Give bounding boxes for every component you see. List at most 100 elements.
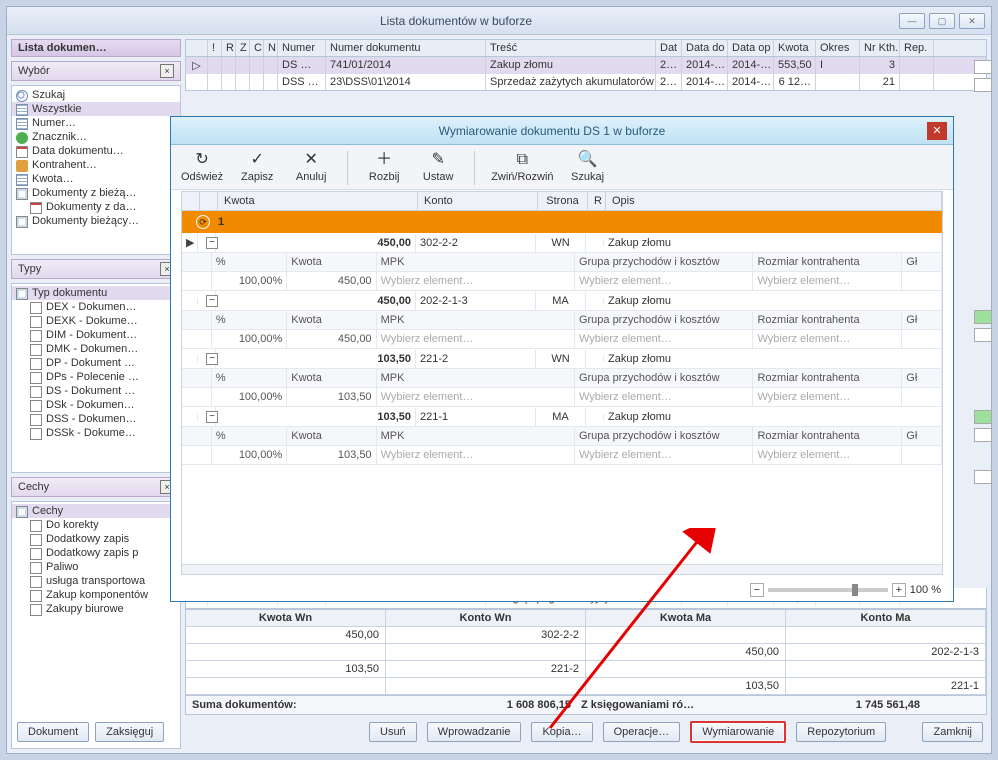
grid-icon [16, 174, 28, 186]
table-row: 450,00302-2-2 [186, 627, 986, 644]
tree-item[interactable]: DSk - Dokumen… [12, 398, 180, 412]
repozytorium-button[interactable]: Repozytorium [796, 722, 886, 742]
zoom-thumb[interactable] [852, 584, 858, 596]
sidebar-item[interactable]: Dokumenty z da… [12, 200, 180, 214]
minimize-button[interactable]: — [899, 13, 925, 29]
zoom-in-button[interactable]: + [892, 583, 906, 597]
tree-item[interactable]: DSSk - Dokume… [12, 426, 180, 440]
entry-headline[interactable]: −103,50221-2WNZakup złomu [182, 349, 942, 368]
dokument-button[interactable]: Dokument [17, 722, 89, 742]
doc-icon [30, 344, 42, 356]
entry-headline[interactable]: −103,50221-1MAZakup złomu [182, 407, 942, 426]
table-row[interactable]: DSS …23\DSS\01\2014Sprzedaż zażytych aku… [186, 74, 986, 90]
zamknij-button[interactable]: Zamknij [922, 722, 983, 742]
entry-group: ▶−450,00302-2-2WNZakup złomu%KwotaMPKGru… [182, 233, 942, 291]
doc-icon [30, 590, 42, 602]
h-scrollbar[interactable] [182, 564, 942, 574]
tree-item[interactable]: usługa transportowa [12, 574, 180, 588]
tree-item[interactable]: DPs - Polecenie … [12, 370, 180, 384]
entry-subrow[interactable]: 100,00%450,00Wybierz element…Wybierz ele… [182, 272, 942, 290]
entry-group: −103,50221-2WNZakup złomu%KwotaMPKGrupa … [182, 349, 942, 407]
sidebar-item[interactable]: Dokumenty z bieżą… [12, 186, 180, 200]
entry-subrow[interactable]: 100,00%450,00Wybierz element…Wybierz ele… [182, 330, 942, 348]
doc-icon [30, 520, 42, 532]
entries-area[interactable]: ▶−450,00302-2-2WNZakup złomu %KwotaMPKGru… [182, 233, 942, 564]
table-row[interactable]: ▷DS …741/01/2014Zakup złomu2…2014-…2014-… [186, 57, 986, 74]
entry-headline[interactable]: ▶−450,00302-2-2WNZakup złomu [182, 233, 942, 252]
tree-item[interactable]: Paliwo [12, 560, 180, 574]
sidebar-item[interactable]: Kwota… [12, 172, 180, 186]
entry-subrow[interactable]: 100,00%103,50Wybierz element…Wybierz ele… [182, 446, 942, 464]
typy-header: Typy × [11, 259, 181, 279]
doc-icon [30, 372, 42, 384]
sidebar-item[interactable]: Data dokumentu… [12, 144, 180, 158]
entry-headline[interactable]: −450,00202-2-1-3MAZakup złomu [182, 291, 942, 310]
entry-subrow[interactable]: 100,00%103,50Wybierz element…Wybierz ele… [182, 388, 942, 406]
doc-icon [30, 386, 42, 398]
wprowadzanie-button[interactable]: Wprowadzanie [427, 722, 522, 742]
tree-item[interactable]: DEXK - Dokume… [12, 314, 180, 328]
flag-icon [974, 60, 992, 74]
tree-item[interactable]: Dodatkowy zapis p [12, 546, 180, 560]
operacje-button[interactable]: Operacje… [603, 722, 681, 742]
toolbar-zwiń/rozwiń[interactable]: ⧉Zwiń/Rozwiń [491, 151, 553, 185]
entry-subheader: %KwotaMPKGrupa przychodów i kosztówRozmi… [182, 310, 942, 330]
window-title: Lista dokumentów w buforze [13, 14, 899, 28]
toolbar-icon: ✎ [431, 151, 444, 169]
search-icon [16, 90, 28, 102]
maximize-button[interactable]: ▢ [929, 13, 955, 29]
sidebar-item[interactable]: Szukaj [12, 88, 180, 102]
cechy-tree[interactable]: CechyDo korektyDodatkowy zapisDodatkowy … [11, 501, 181, 749]
tree-item[interactable]: DP - Dokument … [12, 356, 180, 370]
wybor-tree[interactable]: SzukajWszystkieNumer…Znacznik…Data dokum… [11, 85, 181, 255]
doc-icon [30, 576, 42, 588]
modal-close-button[interactable]: ✕ [927, 122, 947, 140]
doc-icon [30, 604, 42, 616]
tree-item[interactable]: DEX - Dokumen… [12, 300, 180, 314]
close-button[interactable]: ✕ [959, 13, 985, 29]
tree-item[interactable]: Zakupy biurowe [12, 602, 180, 616]
tree-item[interactable]: Dodatkowy zapis [12, 532, 180, 546]
zaksieguj-button[interactable]: Zaksięguj [95, 722, 164, 742]
wymiarowanie-button[interactable]: Wymiarowanie [690, 721, 786, 743]
typy-tree[interactable]: Typ dokumentuDEX - Dokumen…DEXK - Dokume… [11, 283, 181, 473]
summary-row: Suma dokumentów: 1 608 806,15 Z księgowa… [185, 696, 987, 715]
tree-root[interactable]: Typ dokumentu [12, 286, 180, 300]
doc-icon [30, 358, 42, 370]
doc-grid-body[interactable]: ▷DS …741/01/2014Zakup złomu2…2014-…2014-… [185, 56, 987, 91]
wybor-close[interactable]: × [160, 64, 174, 78]
modal-col-header: Kwota Konto Strona R Opis [182, 192, 942, 211]
sidebar-item[interactable]: Wszystkie [12, 102, 180, 116]
toolbar-szukaj[interactable]: 🔍Szukaj [568, 151, 608, 185]
tree-root[interactable]: Cechy [12, 504, 180, 518]
tree-item[interactable]: Do korekty [12, 518, 180, 532]
usun-button[interactable]: Usuń [369, 722, 417, 742]
tree-item[interactable]: DS - Dokument … [12, 384, 180, 398]
table-row: 103,50221-1 [186, 678, 986, 695]
tree-item[interactable]: DMK - Dokumen… [12, 342, 180, 356]
kopia-button[interactable]: Kopia… [531, 722, 592, 742]
zoom-slider[interactable]: − + 100 % [750, 583, 941, 597]
button-bar: Dokument Zaksięguj Usuń Wprowadzanie Kop… [185, 715, 987, 749]
sidebar-item[interactable]: Znacznik… [12, 130, 180, 144]
tree-item[interactable]: DSS - Dokumen… [12, 412, 180, 426]
zoom-track[interactable] [768, 588, 888, 592]
wybor-header: Wybór × [11, 61, 181, 81]
toolbar-ustaw[interactable]: ✎Ustaw [418, 151, 458, 185]
tree-item[interactable]: Zakup komponentów [12, 588, 180, 602]
modal-toolbar: ↻Odśwież✓Zapisz✕Anuluj＋Rozbij✎Ustaw⧉Zwiń… [171, 145, 953, 190]
sidebar-item[interactable]: Numer… [12, 116, 180, 130]
flag-column [974, 60, 992, 484]
flag-icon [974, 470, 992, 484]
sidebar-item[interactable]: Kontrahent… [12, 158, 180, 172]
modal-titlebar[interactable]: Wymiarowanie dokumentu DS 1 w buforze ✕ [171, 117, 953, 145]
zoom-out-button[interactable]: − [750, 583, 764, 597]
toolbar-odśwież[interactable]: ↻Odśwież [181, 151, 223, 185]
left-panel-title: Lista dokumen… [18, 42, 107, 54]
sidebar-item[interactable]: Dokumenty bieżący… [12, 214, 180, 228]
toolbar-icon: ✕ [304, 151, 317, 169]
group-header-row[interactable]: ⟳ 1 [182, 211, 942, 233]
letter-a-icon [16, 132, 28, 144]
entry-subheader: %KwotaMPKGrupa przychodów i kosztówRozmi… [182, 368, 942, 388]
tree-item[interactable]: DIM - Dokument… [12, 328, 180, 342]
